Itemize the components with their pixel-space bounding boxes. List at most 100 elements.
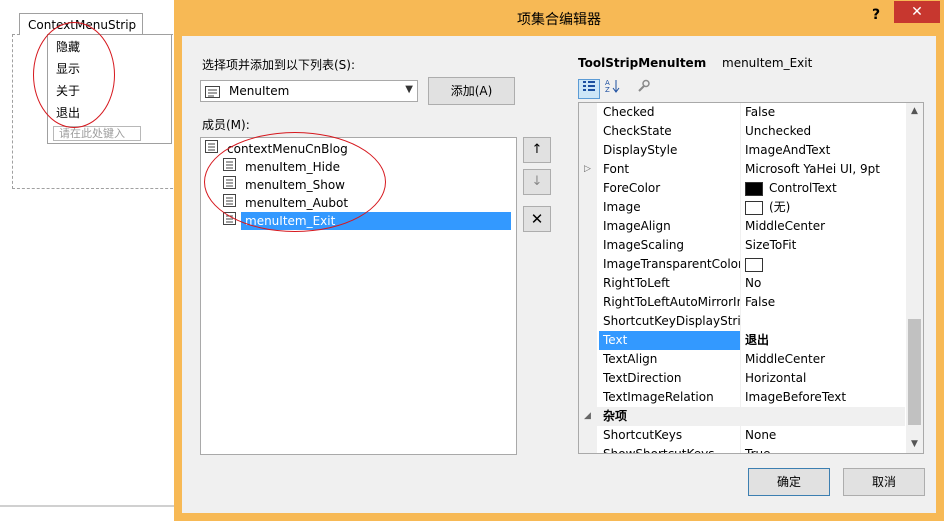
property-name: TextAlign [603,352,658,366]
property-row[interactable]: TextDirection Horizontal [579,369,905,388]
svg-text:Z: Z [605,86,610,93]
members-tree[interactable]: contextMenuCnBlog menuItem_Hide menuItem… [200,132,517,455]
categorized-icon[interactable] [578,79,600,99]
property-value[interactable]: ImageBeforeText [745,388,846,407]
context-menu-strip-tab[interactable]: ContextMenuStrip [19,13,143,35]
property-value[interactable]: False [745,293,775,312]
property-row[interactable]: ▷ Font Microsoft YaHei UI, 9pt [579,160,905,179]
property-grid[interactable]: ▲ ▼ Checked False CheckState Unchecked Displ… [578,102,924,454]
property-row[interactable]: Image (无) [579,198,905,217]
property-row[interactable]: RightToLeftAutoMirrorImage False [579,293,905,312]
preview-item-show[interactable]: 显示 [56,60,80,77]
property-object-name: menuItem_Exit [722,56,813,70]
preview-item-about[interactable]: 关于 [56,82,80,99]
property-value[interactable]: MiddleCenter [745,350,825,369]
property-row-gutter [579,331,597,350]
help-button[interactable]: ? [862,4,890,26]
chevron-down-icon[interactable]: ▼ [405,84,413,95]
property-row[interactable]: RightToLeft No [579,274,905,293]
property-value-text: False [745,295,776,309]
property-row[interactable]: ShortcutKeyDisplayString [579,312,905,331]
property-column-separator [740,141,741,160]
property-grid-scrollbar[interactable]: ▲ ▼ [906,103,923,453]
property-row-gutter [579,255,597,274]
menu-item-icon [223,158,239,177]
menu-item-icon [205,86,221,101]
expand-icon[interactable]: ▷ [584,160,591,179]
property-row[interactable]: TextAlign MiddleCenter [579,350,905,369]
tree-item-aubot[interactable]: menuItem_Aubot [223,194,348,212]
property-value[interactable]: ImageAndText [745,141,830,160]
tree-item-show[interactable]: menuItem_Show [223,176,345,194]
property-row[interactable]: DisplayStyle ImageAndText [579,141,905,160]
property-row[interactable]: CheckState Unchecked [579,122,905,141]
property-row[interactable]: ForeColor ControlText [579,179,905,198]
property-row-gutter [579,274,597,293]
dialog-title: 项集合编辑器 [517,12,601,28]
property-value[interactable]: ControlText [745,179,837,198]
context-menu-preview: 隐藏 显示 关于 退出 请在此处键入 [47,34,172,144]
scroll-down-icon[interactable]: ▼ [906,436,923,453]
wrench-icon[interactable] [632,79,654,99]
property-value[interactable]: True [745,445,771,453]
property-row[interactable]: TextImageRelation ImageBeforeText [579,388,905,407]
ok-button[interactable]: 确定 [748,468,830,496]
property-value[interactable]: MiddleCenter [745,217,825,236]
form-designer-surface: ContextMenuStrip 隐藏 显示 关于 退出 请在此处键入 [0,0,180,521]
move-down-button[interactable]: ↓ [523,169,551,195]
menu-item-icon [223,212,239,231]
members-label: 成员(M): [202,118,250,132]
menu-item-icon [223,194,239,213]
tree-item-label: menuItem_Aubot [245,196,349,210]
property-value[interactable]: None [745,426,776,445]
tree-item-exit[interactable]: menuItem_Exit [223,212,513,230]
close-button[interactable]: ✕ [894,1,940,23]
property-row[interactable]: ShortcutKeys None [579,426,905,445]
move-up-button[interactable]: ↑ [523,137,551,163]
property-value[interactable]: SizeToFit [745,236,796,255]
property-name: DisplayStyle [603,143,678,157]
property-name: ShortcutKeyDisplayString [603,314,740,328]
property-value[interactable]: False [745,103,775,122]
property-name: CheckState [603,124,672,138]
tree-root-label: contextMenuCnBlog [227,142,348,156]
property-column-separator [740,369,741,388]
dialog-titlebar[interactable]: 项集合编辑器 ? ✕ [174,0,944,36]
collapse-icon[interactable]: ◢ [584,407,591,426]
scroll-thumb[interactable] [908,319,921,425]
property-grid-toolbar: AZ [578,76,924,102]
property-column-separator [740,312,741,331]
delete-button[interactable]: ✕ [523,206,551,232]
property-value[interactable]: 退出 [745,331,769,350]
tree-item-hide[interactable]: menuItem_Hide [223,158,340,176]
items-collection-editor-dialog: 项集合编辑器 ? ✕ 选择项并添加到以下列表(S): MenuItem ▼ 添加… [174,0,944,521]
property-row-gutter [579,217,597,236]
property-name: TextImageRelation [603,390,714,404]
property-value[interactable]: No [745,274,761,293]
property-column-separator [740,217,741,236]
property-value[interactable]: Unchecked [745,122,811,141]
property-value-text: MiddleCenter [745,219,826,233]
add-button[interactable]: 添加(A) [428,77,515,105]
preview-item-exit[interactable]: 退出 [56,104,80,121]
property-row[interactable]: ShowShortcutKeys True [579,445,905,453]
item-type-combobox[interactable]: MenuItem ▼ [200,80,418,102]
cancel-button[interactable]: 取消 [843,468,925,496]
property-value[interactable]: Horizontal [745,369,806,388]
sort-az-icon[interactable]: AZ [602,79,624,99]
scroll-up-icon[interactable]: ▲ [906,103,923,120]
tree-item-label: menuItem_Show [245,178,345,192]
property-row[interactable]: Text 退出 [579,331,905,350]
property-row[interactable]: ImageScaling SizeToFit [579,236,905,255]
preview-item-hide[interactable]: 隐藏 [56,38,80,55]
property-row[interactable]: ImageAlign MiddleCenter [579,217,905,236]
type-here-input[interactable]: 请在此处键入 [53,126,141,141]
property-row-gutter [579,350,597,369]
property-row[interactable]: ImageTransparentColor [579,255,905,274]
property-value[interactable]: (无) [745,198,790,217]
tree-root[interactable]: contextMenuCnBlog [205,140,348,158]
property-category[interactable]: ◢ 杂项 [579,407,905,426]
property-value[interactable]: Microsoft YaHei UI, 9pt [745,160,880,179]
property-value[interactable] [745,255,769,274]
property-row[interactable]: Checked False [579,103,905,122]
